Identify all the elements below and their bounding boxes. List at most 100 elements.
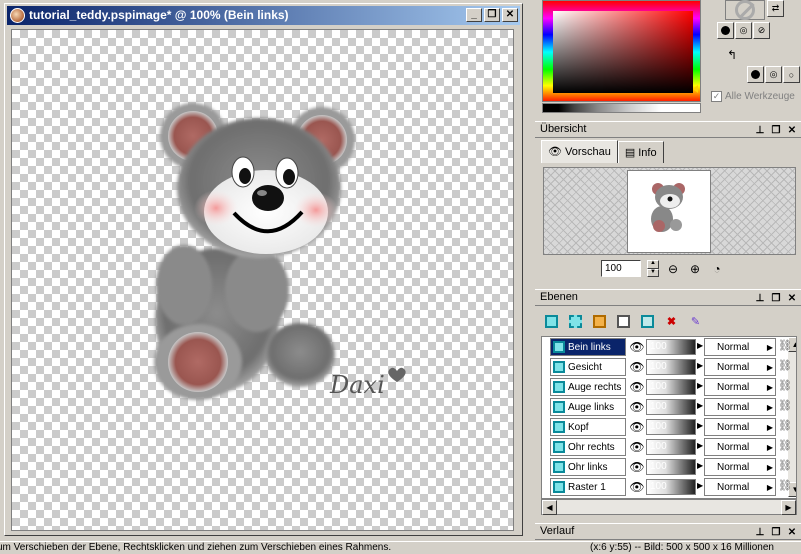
layer-opacity-slider[interactable]: 100 bbox=[646, 419, 696, 435]
layer-row[interactable]: Ohr rechts 👁 100 ▶ Normal ▶ ⛓ bbox=[542, 437, 796, 457]
opacity-arrow-icon[interactable]: ▶ bbox=[697, 481, 703, 490]
opacity-arrow-icon[interactable]: ▶ bbox=[697, 441, 703, 450]
visibility-eye-icon[interactable]: 👁 bbox=[627, 418, 647, 436]
layer-row[interactable]: Gesicht 👁 100 ▶ Normal ▶ ⛓ bbox=[542, 357, 796, 377]
layer-name-field[interactable]: Kopf bbox=[550, 418, 626, 436]
new-raster-layer-icon[interactable] bbox=[541, 311, 562, 331]
restore-button[interactable]: ❐ bbox=[484, 8, 500, 22]
lock-transparency-icon[interactable]: ⛓ bbox=[778, 479, 792, 495]
layer-name-field[interactable]: Ohr rechts bbox=[550, 438, 626, 456]
blend-mode-select[interactable]: Normal ▶ bbox=[704, 358, 776, 376]
blend-mode-select[interactable]: Normal ▶ bbox=[704, 438, 776, 456]
lock-transparency-icon[interactable]: ⛓ bbox=[778, 379, 792, 395]
image-window-titlebar[interactable]: tutorial_teddy.pspimage* @ 100% (Bein li… bbox=[7, 6, 520, 25]
layer-opacity-slider[interactable]: 100 bbox=[646, 459, 696, 475]
layer-row[interactable]: Auge rechts 👁 100 ▶ Normal ▶ ⛓ bbox=[542, 377, 796, 397]
scroll-left-icon[interactable]: ◀ bbox=[542, 500, 557, 515]
opacity-arrow-icon[interactable]: ▶ bbox=[697, 361, 703, 370]
layer-name-field[interactable]: Raster 1 bbox=[550, 478, 626, 496]
history-panel-header[interactable]: Verlauf ⊥ ❐ ✕ bbox=[535, 523, 801, 540]
visibility-eye-icon[interactable]: 👁 bbox=[627, 398, 647, 416]
new-mask-layer-icon[interactable] bbox=[613, 311, 634, 331]
opacity-arrow-icon[interactable]: ▶ bbox=[697, 461, 703, 470]
layer-name-field[interactable]: Bein links bbox=[550, 338, 626, 356]
background-gradient-icon[interactable]: ◎ bbox=[765, 66, 782, 83]
zoom-input[interactable]: 100 bbox=[601, 260, 641, 277]
scroll-right-icon[interactable]: ▶ bbox=[781, 500, 796, 515]
solid-color-icon[interactable] bbox=[717, 22, 734, 39]
lock-transparency-icon[interactable]: ⛓ bbox=[778, 359, 792, 375]
blend-mode-select[interactable]: Normal ▶ bbox=[704, 398, 776, 416]
image-canvas[interactable]: Daxi bbox=[11, 29, 514, 531]
lock-transparency-icon[interactable]: ⛓ bbox=[778, 399, 792, 415]
layer-opacity-slider[interactable]: 100 bbox=[646, 339, 696, 355]
color-picker[interactable] bbox=[542, 0, 701, 102]
new-vector-layer-icon[interactable] bbox=[565, 311, 586, 331]
zoom-out-icon[interactable]: ⊖ bbox=[665, 261, 681, 277]
lock-transparency-icon[interactable]: ⛓ bbox=[778, 339, 792, 355]
minimize-button[interactable]: _ bbox=[466, 8, 482, 22]
layer-opacity-slider[interactable]: 100 bbox=[646, 439, 696, 455]
visibility-eye-icon[interactable]: 👁 bbox=[627, 358, 647, 376]
opacity-arrow-icon[interactable]: ▶ bbox=[697, 341, 703, 350]
swap-arrow-icon[interactable]: ↰ bbox=[727, 48, 737, 62]
gradient-icon[interactable]: ◎ bbox=[735, 22, 752, 39]
layers-close-icon[interactable]: ✕ bbox=[787, 291, 797, 306]
panel-restore-icon[interactable]: ❐ bbox=[771, 123, 781, 138]
layer-opacity-slider[interactable]: 100 bbox=[646, 479, 696, 495]
blend-mode-select[interactable]: Normal ▶ bbox=[704, 478, 776, 496]
layer-name-field[interactable]: Ohr links bbox=[550, 458, 626, 476]
layers-pin-icon[interactable]: ⊥ bbox=[755, 291, 765, 306]
layer-name-field[interactable]: Auge rechts bbox=[550, 378, 626, 396]
pin-icon[interactable]: ⊥ bbox=[755, 123, 765, 138]
history-close-icon[interactable]: ✕ bbox=[787, 525, 797, 540]
layers-restore-icon[interactable]: ❐ bbox=[771, 291, 781, 306]
blend-mode-select[interactable]: Normal ▶ bbox=[704, 458, 776, 476]
zoom-fit-icon[interactable]: ◔ bbox=[709, 261, 725, 277]
layer-name-field[interactable]: Auge links bbox=[550, 398, 626, 416]
all-tools-checkbox-row[interactable]: ✓ Alle Werkzeuge bbox=[711, 91, 795, 102]
tab-info[interactable]: ▤ Info bbox=[617, 141, 664, 163]
blend-mode-select[interactable]: Normal ▶ bbox=[704, 338, 776, 356]
history-pin-icon[interactable]: ⊥ bbox=[755, 525, 765, 540]
lock-transparency-icon[interactable]: ⛓ bbox=[778, 439, 792, 455]
opacity-arrow-icon[interactable]: ▶ bbox=[697, 421, 703, 430]
lock-transparency-icon[interactable]: ⛓ bbox=[778, 459, 792, 475]
layer-opacity-slider[interactable]: 100 bbox=[646, 359, 696, 375]
layer-row[interactable]: Raster 1 👁 100 ▶ Normal ▶ ⛓ bbox=[542, 477, 796, 497]
opacity-arrow-icon[interactable]: ▶ bbox=[697, 401, 703, 410]
panel-close-icon[interactable]: ✕ bbox=[787, 123, 797, 138]
layers-horizontal-scrollbar[interactable]: ◀ ▶ bbox=[541, 499, 797, 515]
background-none-icon[interactable]: ○ bbox=[783, 66, 800, 83]
layer-row[interactable]: Ohr links 👁 100 ▶ Normal ▶ ⛓ bbox=[542, 457, 796, 477]
layer-name-field[interactable]: Gesicht bbox=[550, 358, 626, 376]
tab-vorschau[interactable]: 👁 Vorschau bbox=[541, 140, 618, 163]
swap-colors-icon[interactable]: ⇄ bbox=[767, 0, 784, 17]
visibility-eye-icon[interactable]: 👁 bbox=[627, 338, 647, 356]
layer-row[interactable]: Bein links 👁 100 ▶ Normal ▶ ⛓ bbox=[542, 337, 796, 357]
edit-layer-icon[interactable]: ✎ bbox=[685, 311, 706, 331]
overview-panel-header[interactable]: Übersicht ⊥ ❐ ✕ bbox=[535, 121, 801, 138]
zoom-spinner[interactable]: ▲ ▼ bbox=[647, 260, 659, 277]
layer-row[interactable]: Auge links 👁 100 ▶ Normal ▶ ⛓ bbox=[542, 397, 796, 417]
opacity-arrow-icon[interactable]: ▶ bbox=[697, 381, 703, 390]
close-button[interactable]: ✕ bbox=[502, 8, 518, 22]
background-solid-icon[interactable] bbox=[747, 66, 764, 83]
blend-mode-select[interactable]: Normal ▶ bbox=[704, 378, 776, 396]
all-tools-checkbox[interactable]: ✓ bbox=[711, 91, 722, 102]
foreground-swatch[interactable] bbox=[725, 0, 765, 20]
overview-preview[interactable] bbox=[543, 167, 796, 255]
visibility-eye-icon[interactable]: 👁 bbox=[627, 438, 647, 456]
visibility-eye-icon[interactable]: 👁 bbox=[627, 478, 647, 496]
blend-mode-select[interactable]: Normal ▶ bbox=[704, 418, 776, 436]
none-style-icon[interactable]: ⊘ bbox=[753, 22, 770, 39]
visibility-eye-icon[interactable]: 👁 bbox=[627, 458, 647, 476]
layers-panel-header[interactable]: Ebenen ⊥ ❐ ✕ bbox=[535, 289, 801, 306]
grayscale-strip[interactable] bbox=[542, 103, 701, 113]
layer-opacity-slider[interactable]: 100 bbox=[646, 399, 696, 415]
zoom-in-icon[interactable]: ⊕ bbox=[687, 261, 703, 277]
layer-opacity-slider[interactable]: 100 bbox=[646, 379, 696, 395]
layer-row[interactable]: Kopf 👁 100 ▶ Normal ▶ ⛓ bbox=[542, 417, 796, 437]
history-restore-icon[interactable]: ❐ bbox=[771, 525, 781, 540]
image-window[interactable]: tutorial_teddy.pspimage* @ 100% (Bein li… bbox=[4, 3, 523, 536]
